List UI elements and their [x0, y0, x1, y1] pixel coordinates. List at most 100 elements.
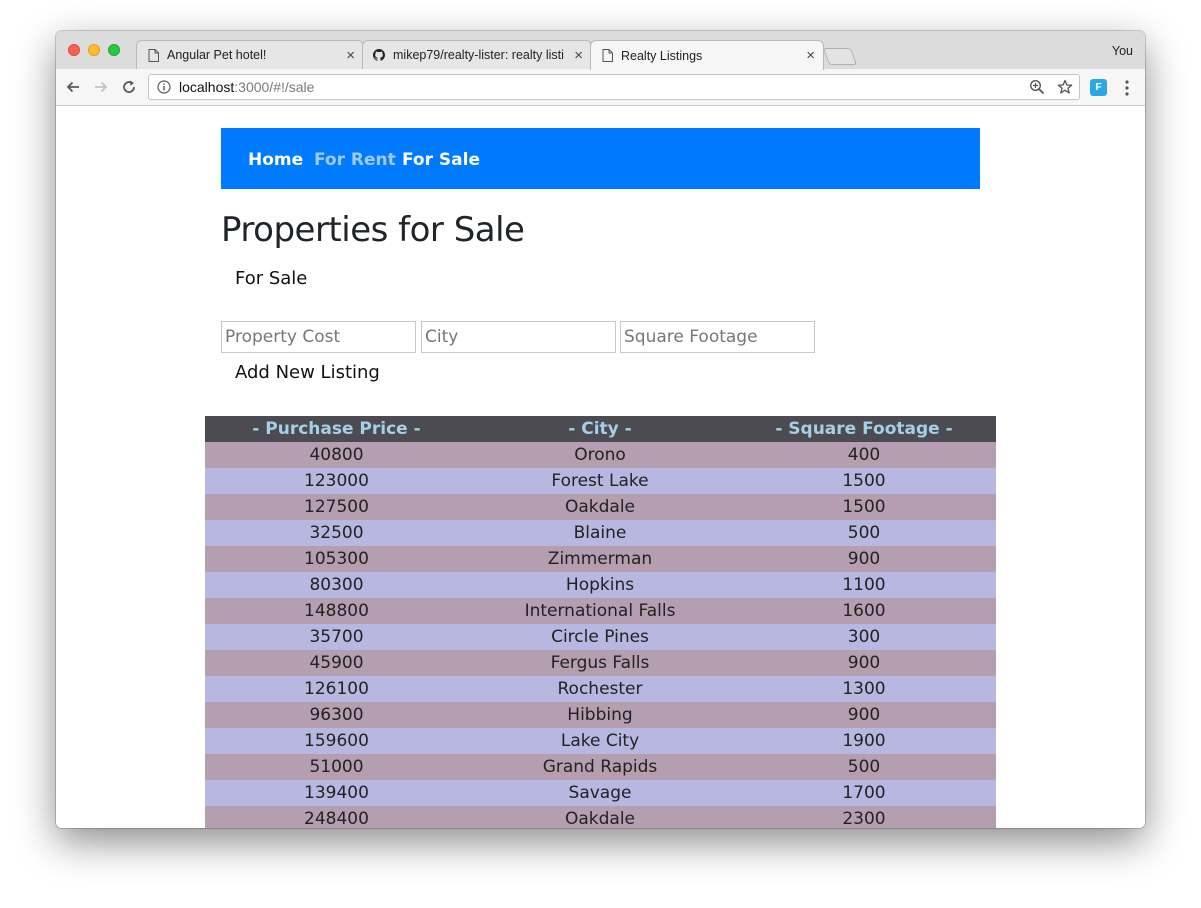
- page-subtitle: For Sale: [235, 268, 308, 289]
- table-row: 126100 Rochester 1300: [205, 676, 996, 702]
- url-path: :3000/#!/sale: [234, 79, 315, 95]
- cell-square-footage: 500: [732, 520, 996, 546]
- table-row: 40800 Orono 400: [205, 442, 996, 468]
- profile-button[interactable]: You: [1112, 44, 1133, 58]
- cell-purchase-price: 105300: [205, 546, 468, 572]
- tab-strip: Angular Pet hotel! × mikep79/realty-list…: [56, 31, 1145, 70]
- table-row: 51000 Grand Rapids 500: [205, 754, 996, 780]
- cell-city: Oakdale: [468, 806, 732, 828]
- tab-close-icon[interactable]: ×: [574, 48, 583, 63]
- cell-square-footage: 1900: [732, 728, 996, 754]
- table-row: 139400 Savage 1700: [205, 780, 996, 806]
- document-icon: [147, 48, 159, 62]
- cell-square-footage: 1500: [732, 468, 996, 494]
- cell-purchase-price: 126100: [205, 676, 468, 702]
- address-bar[interactable]: localhost:3000/#!/sale: [148, 74, 1080, 100]
- url-host: localhost: [179, 79, 235, 95]
- table-row: 96300 Hibbing 900: [205, 702, 996, 728]
- cell-square-footage: 1500: [732, 494, 996, 520]
- page-content: Home For Rent For Sale Properties for Sa…: [56, 106, 1145, 828]
- cell-city: Savage: [468, 780, 732, 806]
- document-icon: [601, 49, 613, 63]
- cell-city: Blaine: [468, 520, 732, 546]
- minimize-window-button[interactable]: [88, 44, 100, 56]
- table-row: 105300 Zimmerman 900: [205, 546, 996, 572]
- table-row: 45900 Fergus Falls 900: [205, 650, 996, 676]
- city-input[interactable]: [421, 321, 616, 353]
- header-purchase-price[interactable]: - Purchase Price -: [205, 416, 468, 442]
- tab-close-icon[interactable]: ×: [346, 48, 355, 63]
- star-bookmark-icon[interactable]: [1057, 79, 1073, 100]
- zoom-icon[interactable]: [1029, 79, 1045, 100]
- cell-city: Circle Pines: [468, 624, 732, 650]
- back-arrow-icon[interactable]: [64, 78, 82, 96]
- cell-purchase-price: 45900: [205, 650, 468, 676]
- tab-title: Realty Listings: [621, 48, 703, 63]
- table-row: 35700 Circle Pines 300: [205, 624, 996, 650]
- cell-city: Hopkins: [468, 572, 732, 598]
- square-footage-input[interactable]: [620, 321, 815, 353]
- browser-window: Angular Pet hotel! × mikep79/realty-list…: [56, 31, 1145, 828]
- cell-square-footage: 500: [732, 754, 996, 780]
- table-row: 127500 Oakdale 1500: [205, 494, 996, 520]
- site-navbar: Home For Rent For Sale: [221, 128, 980, 189]
- cell-purchase-price: 148800: [205, 598, 468, 624]
- cell-purchase-price: 248400: [205, 806, 468, 828]
- tab-title: Angular Pet hotel!: [167, 48, 267, 62]
- cell-purchase-price: 123000: [205, 468, 468, 494]
- cell-purchase-price: 40800: [205, 442, 468, 468]
- nav-for-sale-link[interactable]: For Sale: [402, 150, 480, 170]
- listings-table: - Purchase Price - - City - - Square Foo…: [205, 416, 996, 828]
- header-city[interactable]: - City -: [468, 416, 732, 442]
- cell-city: Fergus Falls: [468, 650, 732, 676]
- cell-purchase-price: 127500: [205, 494, 468, 520]
- table-row: 123000 Forest Lake 1500: [205, 468, 996, 494]
- cell-city: Zimmerman: [468, 546, 732, 572]
- nav-for-rent-link[interactable]: For Rent: [314, 150, 396, 170]
- table-row: 159600 Lake City 1900: [205, 728, 996, 754]
- cell-purchase-price: 80300: [205, 572, 468, 598]
- cell-purchase-price: 51000: [205, 754, 468, 780]
- nav-home-link[interactable]: Home: [248, 150, 303, 170]
- cell-city: Rochester: [468, 676, 732, 702]
- close-window-button[interactable]: [68, 44, 80, 56]
- table-row: 148800 International Falls 1600: [205, 598, 996, 624]
- table-row: 80300 Hopkins 1100: [205, 572, 996, 598]
- reload-icon[interactable]: [120, 78, 138, 96]
- listings-table-body: 40800 Orono 400 123000 Forest Lake 1500 127500…: [205, 442, 996, 828]
- cell-square-footage: 1100: [732, 572, 996, 598]
- cell-square-footage: 900: [732, 546, 996, 572]
- cell-square-footage: 900: [732, 702, 996, 728]
- maximize-window-button[interactable]: [108, 44, 120, 56]
- cell-square-footage: 1300: [732, 676, 996, 702]
- forward-arrow-icon[interactable]: [92, 78, 110, 96]
- property-cost-input[interactable]: [221, 321, 416, 353]
- add-new-listing-button[interactable]: Add New Listing: [235, 362, 380, 383]
- page-title: Properties for Sale: [221, 210, 525, 250]
- cell-city: International Falls: [468, 598, 732, 624]
- cell-city: Grand Rapids: [468, 754, 732, 780]
- extension-icon[interactable]: F: [1090, 79, 1107, 96]
- tab-title: mikep79/realty-lister: realty listi: [393, 48, 564, 62]
- cell-square-footage: 2300: [732, 806, 996, 828]
- header-square-footage[interactable]: - Square Footage -: [732, 416, 996, 442]
- tab-realty-lister-github[interactable]: mikep79/realty-lister: realty listi ×: [362, 40, 592, 69]
- new-tab-button[interactable]: [822, 48, 858, 65]
- cell-city: Hibbing: [468, 702, 732, 728]
- cell-purchase-price: 139400: [205, 780, 468, 806]
- cell-city: Orono: [468, 442, 732, 468]
- cell-square-footage: 300: [732, 624, 996, 650]
- table-row: 248400 Oakdale 2300: [205, 806, 996, 828]
- cell-square-footage: 1700: [732, 780, 996, 806]
- table-row: 32500 Blaine 500: [205, 520, 996, 546]
- cell-purchase-price: 35700: [205, 624, 468, 650]
- cell-square-footage: 1600: [732, 598, 996, 624]
- table-header-row: - Purchase Price - - City - - Square Foo…: [205, 416, 996, 442]
- tab-realty-listings[interactable]: Realty Listings ×: [590, 40, 824, 70]
- cell-purchase-price: 32500: [205, 520, 468, 546]
- cell-purchase-price: 159600: [205, 728, 468, 754]
- tab-close-icon[interactable]: ×: [806, 48, 815, 63]
- kebab-menu-icon[interactable]: [1120, 79, 1134, 97]
- info-icon[interactable]: [157, 80, 171, 94]
- tab-pet-hotel[interactable]: Angular Pet hotel! ×: [136, 40, 364, 69]
